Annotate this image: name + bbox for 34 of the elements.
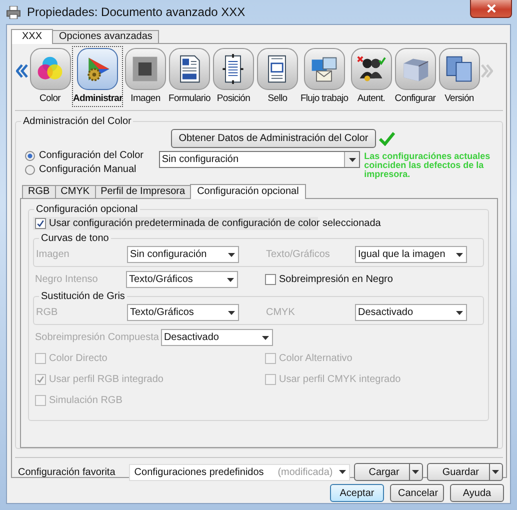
- field-label: Sobreimpresión Compuesta: [35, 332, 159, 343]
- field-label: CMYK: [266, 307, 296, 318]
- tab[interactable]: XXX: [11, 29, 54, 44]
- window-title: Propiedades: Documento avanzado XXX: [27, 5, 246, 19]
- group-title: Configuración opcional: [34, 203, 140, 216]
- field-label: Texto/Gráficos: [266, 249, 331, 260]
- dropdown[interactable]: Sin configuración: [158, 151, 360, 168]
- split-button[interactable]: Guardar: [427, 463, 503, 481]
- field-label: Imagen: [36, 249, 70, 260]
- tab[interactable]: CMYK: [54, 185, 96, 198]
- checkbox-label: Sobreimpresión en Negro: [279, 274, 393, 285]
- dialog-button[interactable]: Ayuda: [450, 484, 504, 502]
- favorites-label: Configuración favorita: [18, 466, 116, 478]
- field-label: Negro Intenso: [35, 274, 99, 285]
- dialog-button[interactable]: Aceptar: [330, 484, 384, 502]
- checkbox-label: Simulación RGB: [49, 395, 122, 406]
- checkbox-label: Usar perfil RGB integrado: [49, 374, 164, 385]
- toolbar-button[interactable]: Administrar: [72, 46, 124, 107]
- favorites-dropdown[interactable]: Configuraciones predefinidos (modificada): [129, 464, 350, 480]
- checkbox-label: Usar configuración predeterminada de configuración de color seleccionada: [49, 218, 381, 229]
- field-label: RGB: [36, 307, 59, 318]
- checkbox-label: Color Alternativo: [279, 353, 352, 364]
- split-button[interactable]: Cargar: [354, 463, 424, 481]
- tab[interactable]: Perfil de Impresora: [94, 185, 192, 198]
- tab[interactable]: Opciones avanzadas: [52, 30, 160, 43]
- checkbox-label: Usar perfil CMYK integrado: [279, 374, 401, 385]
- dialog-button[interactable]: Cancelar: [390, 484, 444, 502]
- radio-label: Configuración del Color: [39, 150, 144, 161]
- checkbox-label: Color Directo: [49, 353, 108, 364]
- radio-label: Configuración Manual: [39, 164, 136, 175]
- get-data-button[interactable]: Obtener Datos de Administración del Color: [170, 129, 376, 148]
- tab[interactable]: Configuración opcional: [190, 184, 306, 199]
- status-message: Las configuraciónes actuales coinciden las defectos de la impresora.: [364, 152, 492, 179]
- tab[interactable]: RGB: [22, 185, 56, 198]
